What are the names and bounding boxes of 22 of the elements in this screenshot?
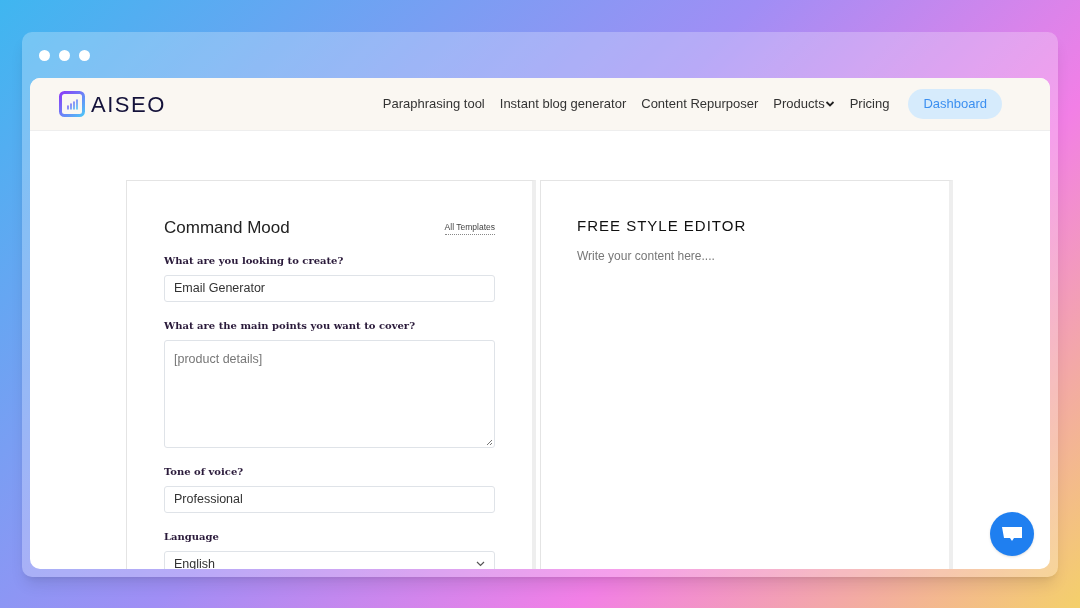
nav-link[interactable]: Content Repurposer	[641, 94, 759, 114]
chevron-down-icon	[476, 561, 485, 567]
field-label: Tone of voice?	[164, 464, 245, 479]
nav-dropdown[interactable]: Products	[773, 94, 835, 114]
brand-name: AISEO	[91, 90, 166, 119]
form-title: Command Mood	[164, 217, 290, 239]
editor-title: FREE STYLE EDITOR	[577, 216, 748, 236]
field-label: What are you looking to create?	[164, 253, 345, 268]
resize-handle-icon	[486, 438, 493, 446]
field-label: What are the main points you want to cover?	[164, 318, 416, 333]
chevron-down-icon	[824, 100, 835, 108]
textarea-field[interactable]: [product details]	[164, 339, 495, 448]
chat-bubble-icon	[1001, 525, 1023, 543]
nav-link[interactable]: Pricing	[849, 94, 890, 114]
editor-text-field[interactable]: Write your content here....	[577, 246, 913, 527]
nav-link[interactable]: Instant blog generator	[499, 94, 627, 114]
field-label: Language	[164, 529, 220, 544]
logo-icon	[59, 91, 85, 117]
text-input[interactable]: Email Generator	[164, 274, 495, 302]
text-input[interactable]: Professional	[164, 485, 495, 513]
templates-link[interactable]: All Templates	[444, 220, 495, 235]
nav-link[interactable]: Paraphrasing tool	[382, 94, 485, 114]
